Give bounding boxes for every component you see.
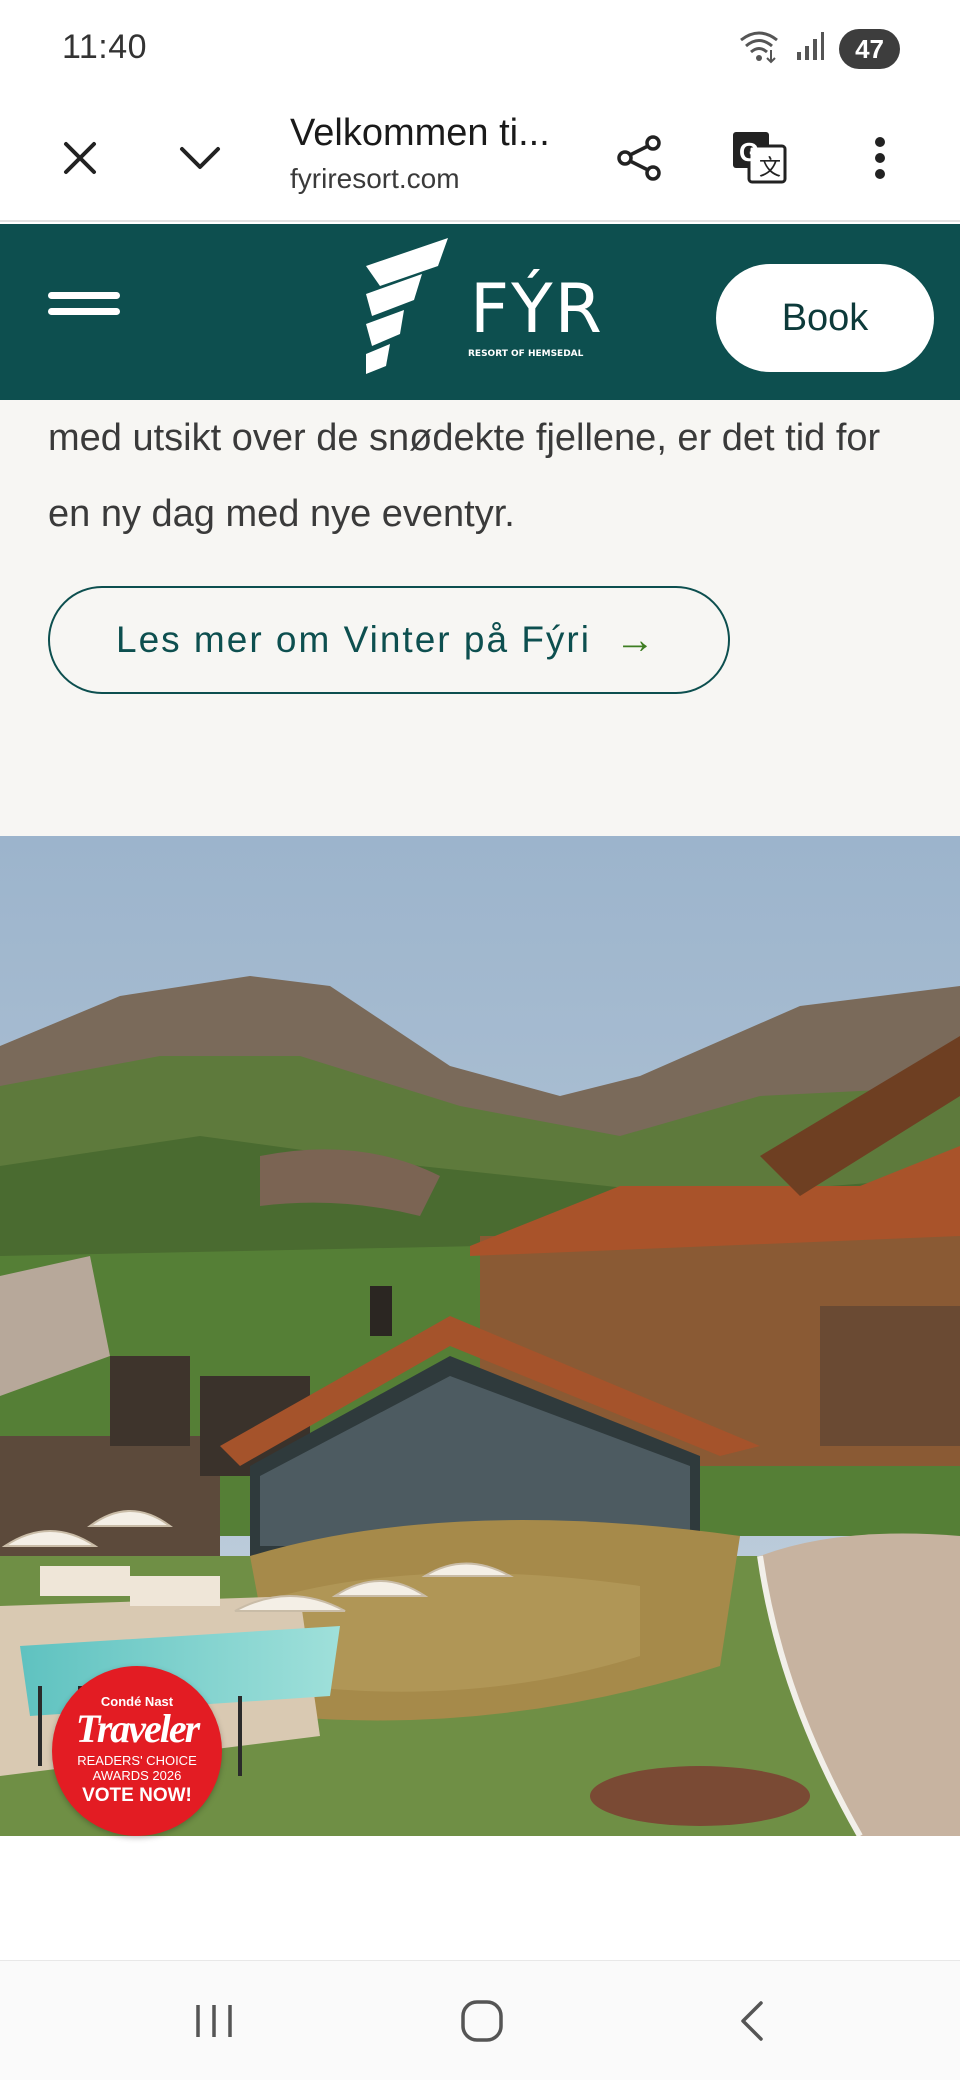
logo-text: FÝRI [470, 269, 610, 349]
read-more-button[interactable]: Les mer om Vinter på Fýri → [48, 586, 730, 694]
svg-text:文: 文 [759, 156, 781, 181]
share-icon[interactable] [600, 118, 680, 198]
battery-icon: 47 [839, 28, 900, 69]
translate-icon[interactable]: G 文 [720, 118, 800, 198]
url-block[interactable]: Velkommen ti... fyriresort.com [290, 112, 590, 195]
badge-year: AWARDS 2026 [92, 1768, 182, 1783]
logo-subtitle: RESORT OF HEMSEDAL [468, 349, 584, 359]
status-time: 11:40 [62, 28, 148, 66]
page-gap [0, 1836, 960, 1960]
page-url: fyriresort.com [290, 163, 460, 194]
status-bar: 11:40 47 [0, 0, 960, 96]
home-icon[interactable] [442, 1991, 522, 2051]
status-icons: 47 [737, 28, 900, 69]
back-icon[interactable] [712, 1991, 792, 2051]
svg-text:G: G [739, 137, 759, 167]
wifi-icon [737, 28, 781, 69]
menu-icon[interactable] [48, 292, 120, 332]
intro-paragraph: med utsikt over de snødekte fjellene, er… [48, 417, 881, 535]
book-button[interactable]: Book [716, 264, 934, 372]
more-icon[interactable] [840, 118, 920, 198]
read-more-label: Les mer om Vinter på Fýri [116, 619, 591, 660]
badge-cta: VOTE NOW! [82, 1785, 192, 1806]
page-title: Velkommen ti... [290, 112, 550, 154]
chevron-down-icon[interactable] [160, 118, 240, 198]
site-header: FÝRI RESORT OF HEMSEDAL Book [0, 224, 960, 400]
logo[interactable]: FÝRI RESORT OF HEMSEDAL [360, 236, 610, 386]
intro-section: med utsikt over de snødekte fjellene, er… [0, 400, 960, 836]
browser-toolbar: Velkommen ti... fyriresort.com G 文 [0, 96, 960, 222]
close-icon[interactable] [40, 118, 120, 198]
recents-icon[interactable] [174, 1991, 254, 2051]
arrow-right-icon: → [614, 617, 657, 662]
badge-subtitle: READERS' CHOICE [77, 1753, 197, 1768]
browser-page: 11:40 47 Velkommen ti... fyriresort.com … [0, 0, 960, 2080]
signal-icon [795, 30, 825, 67]
system-nav-bar [0, 1960, 960, 2080]
badge-title: Traveler [75, 1706, 200, 1751]
traveler-award-badge[interactable]: Condé Nast Traveler READERS' CHOICE AWAR… [52, 1666, 222, 1836]
